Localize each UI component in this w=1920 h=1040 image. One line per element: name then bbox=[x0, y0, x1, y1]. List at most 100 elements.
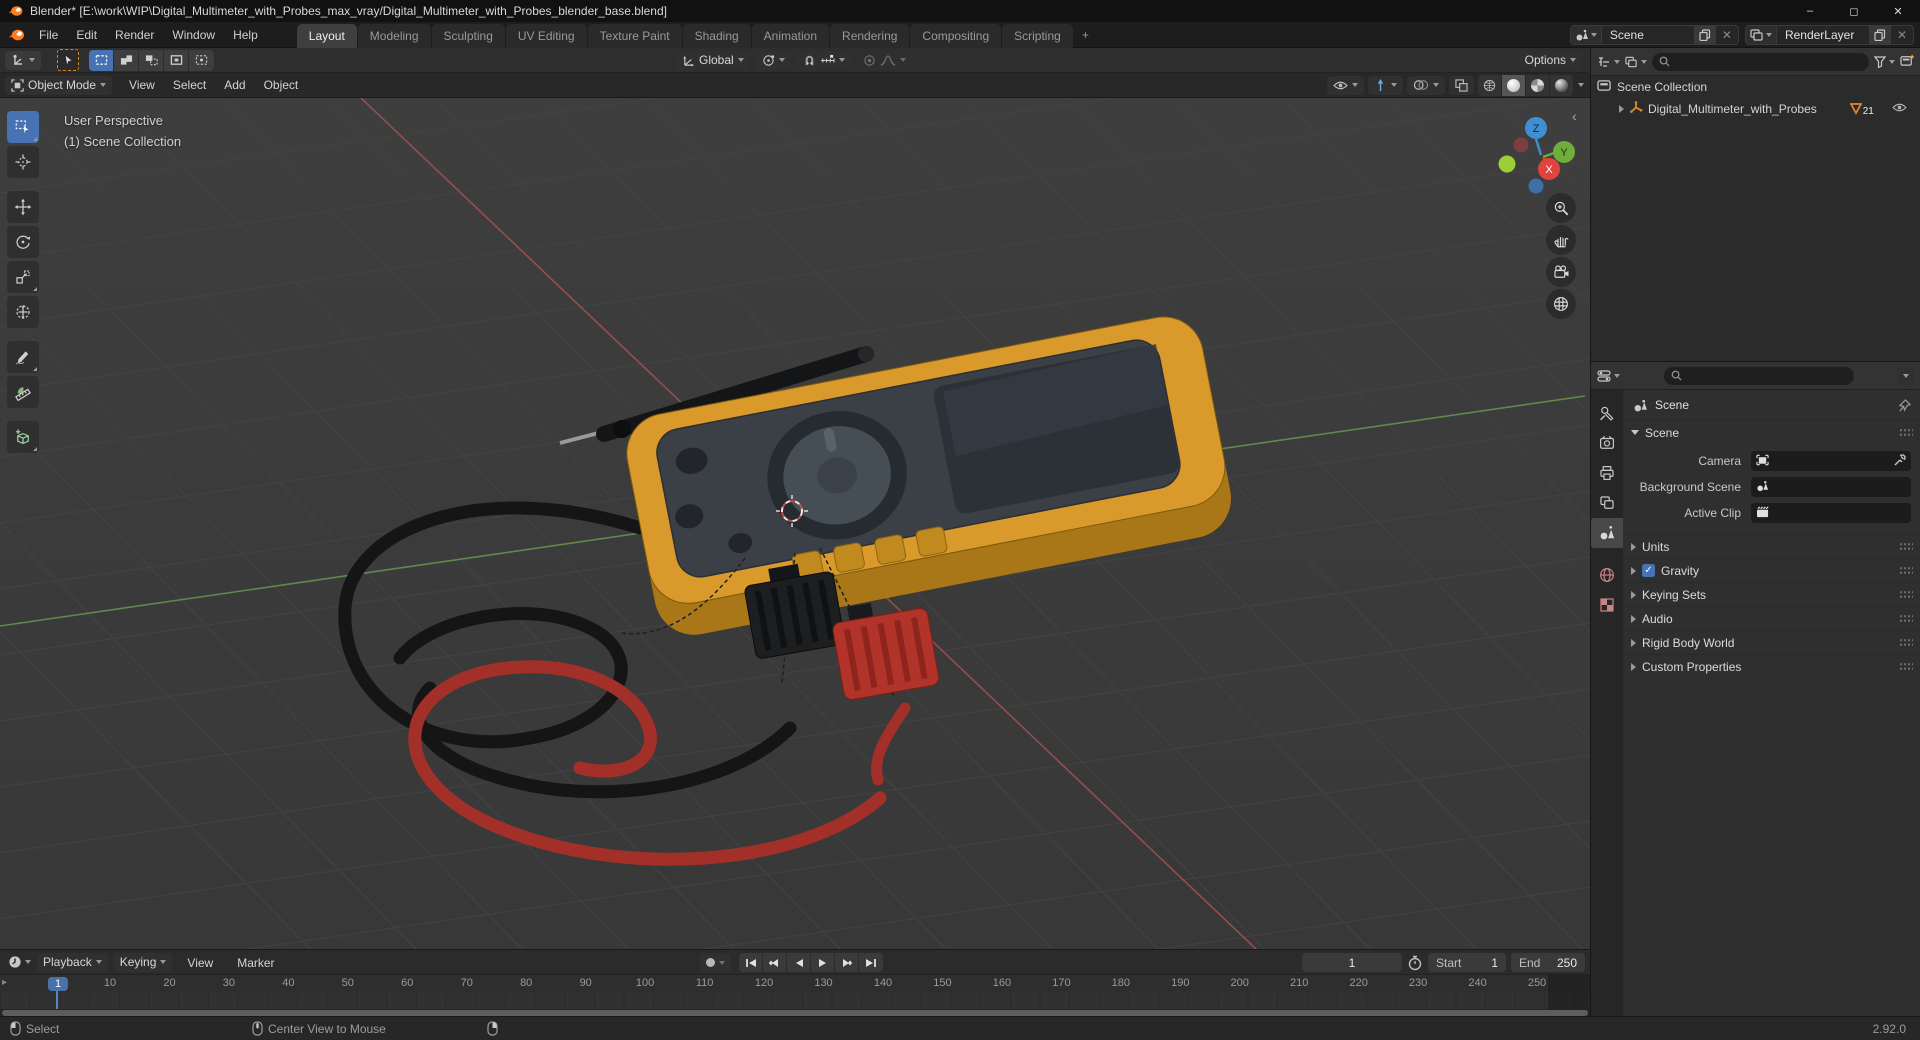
workspace-tab-texture-paint[interactable]: Texture Paint bbox=[587, 23, 682, 48]
add-workspace-button[interactable]: + bbox=[1074, 23, 1097, 47]
workspace-tab-uv-editing[interactable]: UV Editing bbox=[505, 23, 587, 48]
scene-selector[interactable]: Scene ✕ bbox=[1569, 25, 1739, 45]
properties-tab-tool[interactable] bbox=[1591, 398, 1623, 428]
zoom-button[interactable] bbox=[1546, 193, 1576, 223]
xray-toggle[interactable] bbox=[1449, 75, 1474, 95]
snap-dropdown[interactable] bbox=[796, 50, 851, 70]
select-mode-subtract[interactable] bbox=[139, 49, 164, 71]
viewport-3d[interactable]: User Perspective (1) Scene Collection Z … bbox=[0, 98, 1590, 949]
unlink-scene-icon[interactable]: ✕ bbox=[1716, 28, 1738, 42]
end-frame-field[interactable]: End 250 bbox=[1511, 953, 1585, 972]
timeline-menu-playback[interactable]: Playback bbox=[37, 952, 108, 972]
shading-wireframe-button[interactable] bbox=[1478, 74, 1502, 96]
workspace-tab-scripting[interactable]: Scripting bbox=[1002, 23, 1073, 48]
viewport-menu-object[interactable]: Object bbox=[255, 75, 308, 95]
select-mode-set[interactable] bbox=[89, 49, 114, 71]
prop-field-camera[interactable] bbox=[1751, 451, 1911, 471]
outliner-display-mode-button[interactable] bbox=[1625, 56, 1647, 68]
editor-type-viewport-button[interactable] bbox=[5, 50, 41, 70]
panel-gravity[interactable]: ✓ Gravity bbox=[1623, 558, 1920, 582]
panel-custom-properties[interactable]: Custom Properties bbox=[1623, 654, 1920, 678]
tool-cursor-button[interactable] bbox=[7, 146, 39, 178]
prop-field-active-clip[interactable] bbox=[1751, 503, 1911, 523]
tool-add-cube-button[interactable] bbox=[7, 421, 39, 453]
overlays-dropdown[interactable] bbox=[1407, 75, 1445, 95]
options-dropdown[interactable]: Options bbox=[1518, 50, 1582, 70]
close-button[interactable]: ✕ bbox=[1876, 0, 1920, 22]
minimize-button[interactable]: – bbox=[1788, 0, 1832, 22]
viewport-menu-view[interactable]: View bbox=[120, 75, 164, 95]
properties-filter-dropdown[interactable] bbox=[1897, 366, 1915, 385]
outliner-row[interactable]: Digital_Multimeter_with_Probes 21 bbox=[1591, 98, 1920, 120]
panel-keying-sets[interactable]: Keying Sets bbox=[1623, 582, 1920, 606]
workspace-tab-compositing[interactable]: Compositing bbox=[910, 23, 1002, 48]
play-button[interactable] bbox=[811, 953, 835, 972]
transform-orientation-dropdown[interactable]: Global bbox=[676, 50, 750, 70]
camera-view-button[interactable] bbox=[1546, 257, 1576, 287]
viewport-menu-add[interactable]: Add bbox=[215, 75, 254, 95]
outliner-filter-button[interactable] bbox=[1874, 55, 1895, 68]
gizmo-neg-x[interactable] bbox=[1513, 137, 1529, 153]
orthographic-button[interactable] bbox=[1546, 289, 1576, 319]
editor-type-outliner-button[interactable] bbox=[1597, 56, 1620, 68]
proportional-edit-dropdown[interactable] bbox=[856, 50, 912, 70]
panel-drag-handle[interactable] bbox=[1899, 614, 1913, 623]
workspace-tab-shading[interactable]: Shading bbox=[682, 23, 751, 48]
properties-tab-output[interactable] bbox=[1591, 458, 1623, 488]
properties-search-input[interactable] bbox=[1663, 366, 1854, 385]
properties-tab-scene[interactable] bbox=[1591, 518, 1623, 548]
menu-edit[interactable]: Edit bbox=[67, 24, 106, 46]
jump-to-end-button[interactable] bbox=[859, 953, 883, 972]
prop-field-background-scene[interactable] bbox=[1751, 477, 1911, 497]
shading-rendered-button[interactable] bbox=[1550, 74, 1574, 96]
pin-icon[interactable] bbox=[1898, 398, 1911, 412]
scene-panel-header[interactable]: Scene bbox=[1623, 420, 1920, 444]
gizmo-neg-y[interactable] bbox=[1498, 155, 1516, 173]
shading-solid-button[interactable] bbox=[1502, 74, 1526, 96]
panel-drag-handle[interactable] bbox=[1899, 638, 1913, 647]
panel-drag-handle[interactable] bbox=[1899, 566, 1913, 575]
tool-rotate-button[interactable] bbox=[7, 226, 39, 258]
select-mode-invert[interactable] bbox=[164, 49, 189, 71]
viewport-menu-select[interactable]: Select bbox=[164, 75, 215, 95]
outliner-item-label[interactable]: Scene Collection bbox=[1617, 80, 1707, 94]
playhead[interactable]: 1 bbox=[47, 977, 69, 991]
timeline-track-area[interactable] bbox=[0, 993, 1590, 1009]
gravity-checkbox[interactable]: ✓ bbox=[1642, 564, 1655, 577]
unlink-layer-icon[interactable]: ✕ bbox=[1891, 28, 1913, 42]
editor-type-timeline-button[interactable] bbox=[8, 955, 31, 969]
render-layer-selector[interactable]: RenderLayer ✕ bbox=[1744, 25, 1914, 45]
current-frame-field[interactable]: 1 bbox=[1302, 953, 1402, 972]
menu-window[interactable]: Window bbox=[163, 24, 224, 46]
shading-material-button[interactable] bbox=[1526, 74, 1550, 96]
outliner-search-input[interactable] bbox=[1652, 52, 1869, 71]
timeline-menu-keying[interactable]: Keying bbox=[113, 952, 173, 972]
scene-name[interactable]: Scene bbox=[1602, 28, 1694, 42]
tool-measure-button[interactable] bbox=[7, 376, 39, 408]
active-tool-button[interactable] bbox=[57, 49, 79, 71]
properties-tab-view-layer[interactable] bbox=[1591, 488, 1623, 518]
tool-select-box-button[interactable] bbox=[7, 111, 39, 143]
panel-drag-handle[interactable] bbox=[1899, 428, 1913, 437]
pivot-point-dropdown[interactable] bbox=[755, 50, 791, 70]
select-mode-intersect[interactable] bbox=[189, 49, 214, 71]
expand-icon[interactable] bbox=[1619, 105, 1624, 113]
copy-scene-icon[interactable] bbox=[1693, 26, 1716, 44]
jump-to-start-button[interactable] bbox=[739, 953, 763, 972]
properties-tab-render[interactable] bbox=[1591, 428, 1623, 458]
prev-keyframe-button[interactable] bbox=[763, 953, 787, 972]
play-reverse-button[interactable] bbox=[787, 953, 811, 972]
mode-dropdown[interactable]: Object Mode bbox=[5, 75, 113, 95]
properties-tab-texture[interactable] bbox=[1591, 590, 1623, 620]
select-mode-extend[interactable] bbox=[114, 49, 139, 71]
auto-keying-button[interactable] bbox=[700, 953, 731, 972]
app-menu-icon[interactable] bbox=[8, 28, 26, 42]
outliner-item-label[interactable]: Digital_Multimeter_with_Probes bbox=[1648, 102, 1817, 116]
outliner-row[interactable]: Scene Collection bbox=[1591, 76, 1920, 98]
workspace-tab-layout[interactable]: Layout bbox=[296, 23, 357, 48]
new-collection-button[interactable] bbox=[1900, 54, 1915, 70]
start-frame-field[interactable]: Start 1 bbox=[1428, 953, 1506, 972]
tool-annotate-button[interactable] bbox=[7, 341, 39, 373]
shading-dropdown[interactable] bbox=[1578, 83, 1584, 87]
panel-units[interactable]: Units bbox=[1623, 534, 1920, 558]
